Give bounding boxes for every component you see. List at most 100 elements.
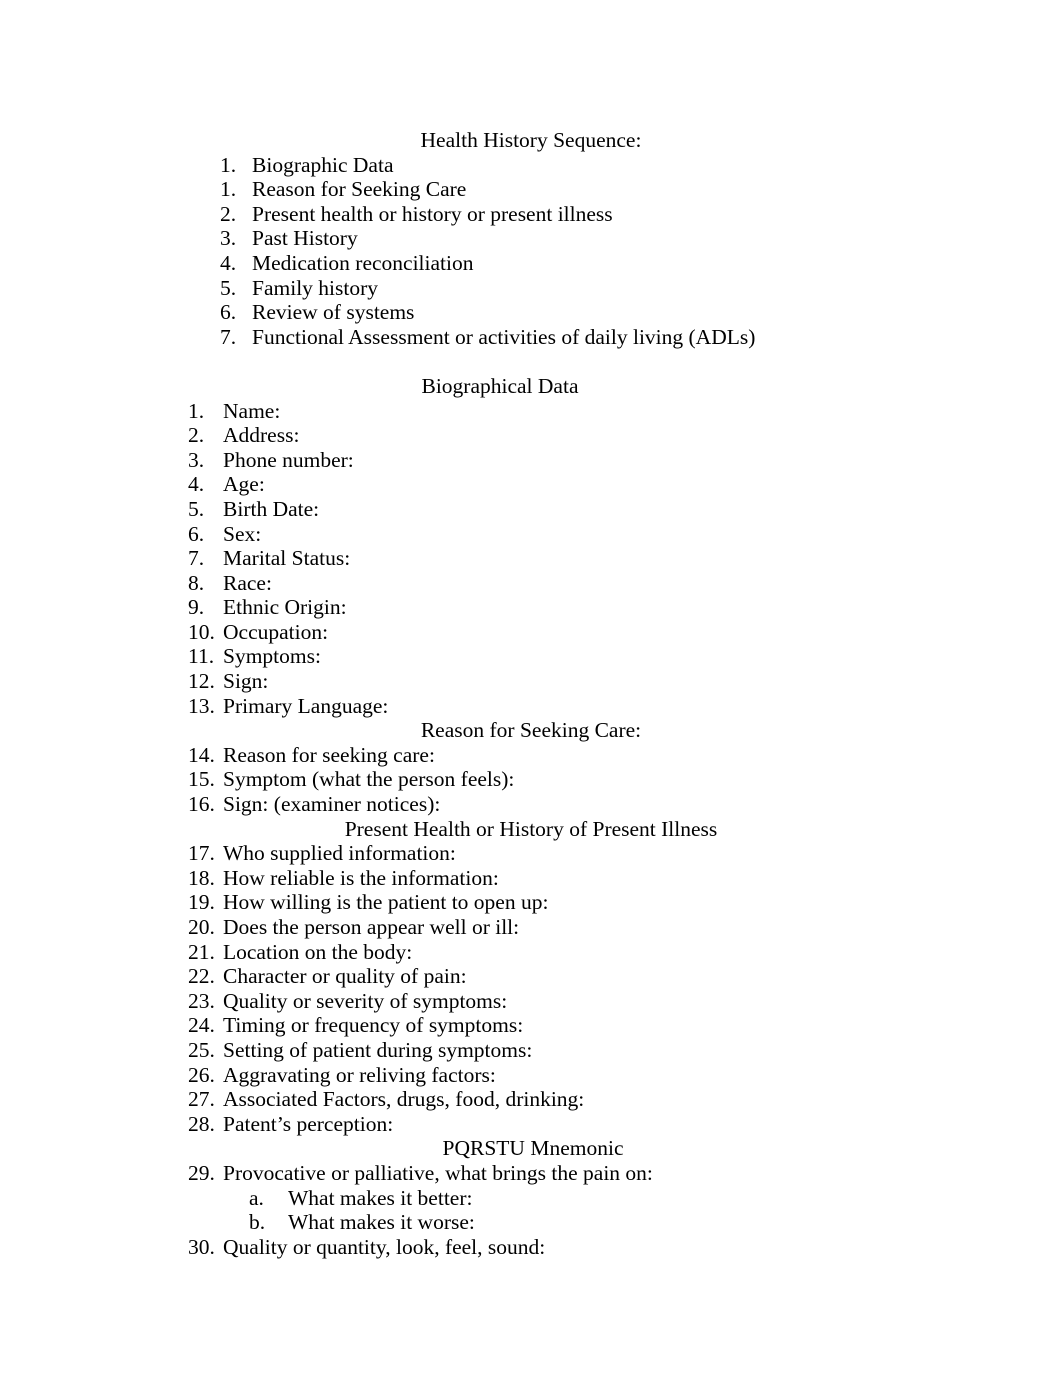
list-item-label: Occupation:	[223, 619, 329, 644]
list-item-label: Primary Language:	[223, 693, 389, 718]
list-item-label: What makes it better:	[288, 1185, 473, 1210]
list-item: 20. Does the person appear well or ill:	[0, 915, 1062, 940]
list-item-number: 7.	[220, 324, 237, 349]
list-item-label: Quality or quantity, look, feel, sound:	[223, 1234, 546, 1259]
list-item: 3. Phone number:	[0, 448, 1062, 473]
list-item: 1. Biographic Data	[0, 153, 1062, 178]
list-item-label: Quality or severity of symptoms:	[223, 988, 508, 1013]
list-item-number: 12.	[188, 669, 215, 694]
list-item-number: 1.	[188, 398, 205, 423]
list-item-number: 20.	[188, 915, 215, 939]
section-heading-pqrstu-mnemonic: PQRSTU Mnemonic	[442, 1136, 624, 1161]
list-item: 7. Marital Status:	[0, 546, 1062, 571]
list-item-number: 1.	[220, 177, 237, 202]
list-item-label: Name:	[223, 398, 281, 423]
list-item: 8. Race:	[0, 571, 1062, 596]
list-item-label: Who supplied information:	[223, 841, 456, 866]
list-item-label: Functional Assessment or activities of d…	[252, 324, 756, 349]
list-item-number: 28.	[188, 1111, 215, 1136]
list-item-label: Provocative or palliative, what brings t…	[223, 1160, 653, 1185]
list-item: 5. Family history	[0, 276, 1062, 301]
list-item-number: 30.	[188, 1234, 215, 1259]
list-item: 14. Reason for seeking care:	[0, 743, 1062, 768]
list-item: 13. Primary Language:	[0, 694, 1062, 719]
list-item-label: Character or quality of pain:	[223, 964, 467, 989]
list-item: 11. Symptoms:	[0, 644, 1062, 669]
list-item-label: Past History	[252, 226, 358, 251]
list-item-label: Birth Date:	[223, 496, 320, 521]
list-item: 7. Functional Assessment or activities of…	[0, 325, 1062, 350]
section-heading-reason-for-seeking-care: Reason for Seeking Care:	[420, 718, 642, 743]
list-item: 15. Symptom (what the person feels):	[0, 767, 1062, 792]
list-item-number: 9.	[188, 595, 205, 620]
list-item-number: 25.	[188, 1037, 215, 1062]
list-item: 5. Birth Date:	[0, 497, 1062, 522]
list-item: 12. Sign:	[0, 669, 1062, 694]
list-item: 6. Review of systems	[0, 300, 1062, 325]
list-item-number: 4.	[188, 472, 205, 497]
list-item-number: 2.	[220, 201, 237, 226]
list-item: 3. Past History	[0, 226, 1062, 251]
list-item: 4. Age:	[0, 472, 1062, 497]
list-item-label: What makes it worse:	[288, 1210, 475, 1235]
list-item: 9. Ethnic Origin:	[0, 595, 1062, 620]
list-item-label: Symptoms:	[223, 644, 321, 669]
list-item: 18. How reliable is the information:	[0, 866, 1062, 891]
section-heading-biographical-data: Biographical Data	[421, 373, 579, 398]
list-item-number: 14.	[188, 742, 215, 767]
list-item-label: Medication reconciliation	[252, 250, 474, 275]
list-item-label: Patent’s perception:	[223, 1111, 394, 1136]
list-item-label: Associated Factors, drugs, food, drinkin…	[223, 1087, 585, 1112]
list-item: 26. Aggravating or reliving factors:	[0, 1063, 1062, 1088]
list-item-label: Sign:	[223, 669, 269, 694]
list-item-number: 2.	[188, 423, 205, 448]
list-item-label: Biographic Data	[252, 152, 394, 177]
list-item: 1. Reason for Seeking Care	[0, 177, 1062, 202]
list-item-number: 1.	[220, 152, 237, 177]
list-item-label: Present health or history or present ill…	[252, 201, 613, 226]
list-pqrstu-mnemonic: 29. Provocative or palliative, what bring…	[0, 1161, 1062, 1259]
list-item-number: b.	[249, 1210, 266, 1235]
list-item-label: Family history	[252, 275, 379, 300]
list-item: 4. Medication reconciliation	[0, 251, 1062, 276]
list-item-number: a.	[249, 1185, 264, 1210]
list-item-number: 24.	[188, 1013, 215, 1038]
section-heading-present-health-or-history-of-present-illness: Present Health or History of Present Ill…	[344, 816, 718, 841]
list-sub-item: a. What makes it better:	[0, 1186, 1062, 1211]
list-item-number: 13.	[188, 693, 215, 718]
list-item: 6. Sex:	[0, 522, 1062, 547]
list-item-number: 15.	[188, 767, 215, 792]
list-item: 30. Quality or quantity, look, feel, soun…	[0, 1235, 1062, 1260]
list-item-number: 3.	[188, 447, 205, 472]
list-item-number: 4.	[220, 250, 237, 275]
list-item-number: 6.	[188, 521, 205, 546]
list-item-label: How willing is the patient to open up:	[223, 890, 549, 915]
list-item-number: 21.	[188, 939, 215, 964]
list-item: 2. Address:	[0, 423, 1062, 448]
list-item-label: Aggravating or reliving factors:	[223, 1062, 496, 1087]
list-item-label: Sign: (examiner notices):	[223, 792, 441, 817]
list-item-number: 8.	[188, 570, 205, 595]
list-item-label: Address:	[223, 423, 300, 448]
list-item-label: Symptom (what the person feels):	[223, 767, 515, 792]
list-item-label: Phone number:	[223, 447, 354, 472]
list-item-number: 10.	[188, 619, 215, 644]
list-item: 22. Character or quality of pain:	[0, 964, 1062, 989]
list-biographical-data: 1. Name: 2. Address: 3. Phone number: 4. Age: 5.…	[0, 399, 1062, 719]
list-item-number: 17.	[188, 841, 215, 866]
list-item-label: Timing or frequency of symptoms:	[223, 1013, 524, 1038]
list-item-label: How reliable is the information:	[223, 865, 499, 890]
list-item-number: 16.	[188, 792, 215, 817]
list-item-number: 23.	[188, 988, 215, 1013]
list-item-number: 29.	[188, 1160, 215, 1185]
list-item: 19. How willing is the patient to open up…	[0, 890, 1062, 915]
list-item-label: Ethnic Origin:	[223, 595, 347, 620]
list-item-number: 3.	[220, 226, 237, 251]
list-item-label: Reason for Seeking Care	[252, 177, 467, 202]
list-item-number: 5.	[220, 275, 237, 300]
document-body: Health History Sequence: 1. Biographic Dat…	[0, 128, 1062, 1259]
list-item-label: Review of systems	[252, 300, 415, 325]
list-item-number: 22.	[188, 964, 215, 989]
list-item-number: 26.	[188, 1062, 215, 1087]
list-item-label: Marital Status:	[223, 546, 351, 571]
